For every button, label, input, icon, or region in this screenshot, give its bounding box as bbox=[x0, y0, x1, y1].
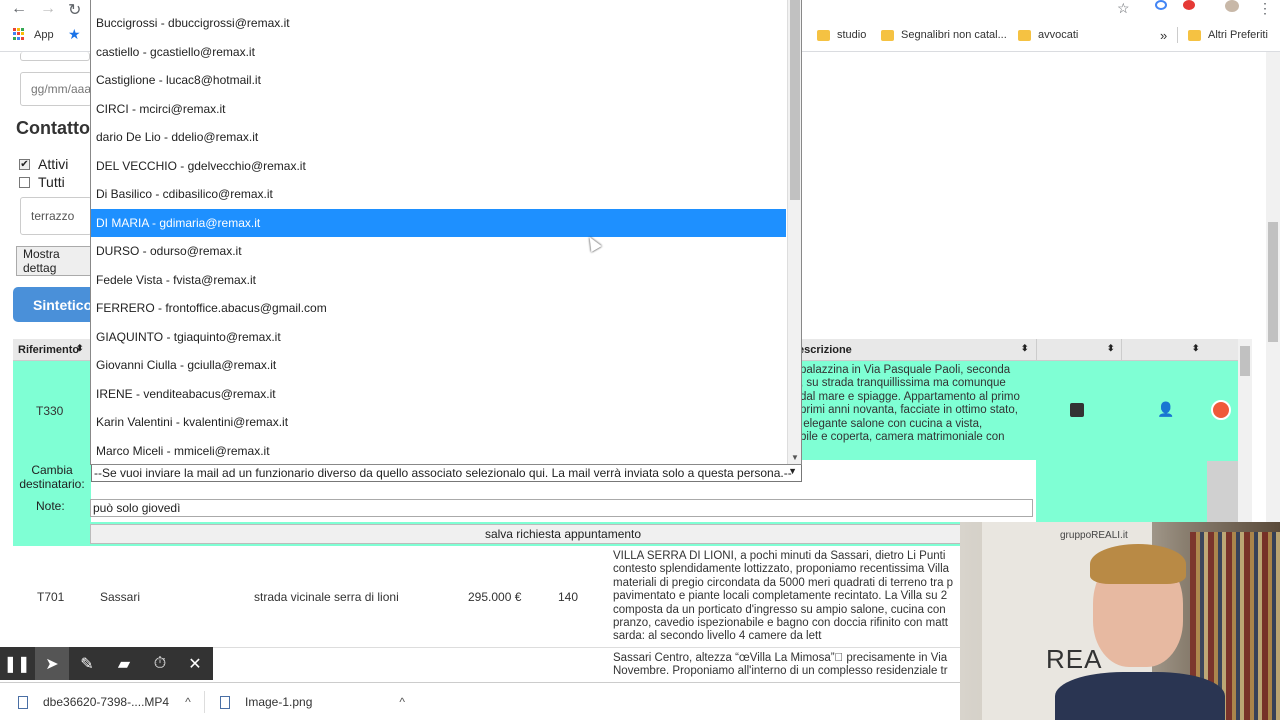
pause-icon[interactable]: ❚❚ bbox=[0, 647, 34, 680]
row-price: 295.000 € bbox=[468, 590, 522, 604]
sort-icon[interactable]: ⬍ bbox=[1192, 343, 1200, 354]
header-descrizione[interactable]: escrizione bbox=[798, 344, 852, 356]
dropdown-arrow-icon[interactable]: ▼ bbox=[788, 466, 797, 476]
change-recipient-label: Cambia destinatario: bbox=[19, 463, 85, 491]
header-riferimento[interactable]: Riferimento bbox=[18, 344, 79, 356]
other-bookmarks[interactable]: Altri Preferiti bbox=[1177, 27, 1268, 43]
apps-bookmark[interactable]: App bbox=[34, 27, 54, 43]
save-appointment-button[interactable]: salva richiesta appuntamento bbox=[90, 524, 1036, 544]
download-item-mp4[interactable]: dbe36620-7398-....MP4 ^ bbox=[18, 683, 191, 721]
folder-icon bbox=[1188, 29, 1201, 41]
recipient-select[interactable]: --Se vuoi inviare la mail ad un funziona… bbox=[91, 464, 802, 482]
dropdown-option[interactable]: dario De Lio - ddelio@remax.it bbox=[91, 123, 786, 151]
row-ref: T330 bbox=[36, 404, 64, 418]
person-hair bbox=[1090, 544, 1186, 584]
recipient-dropdown-list[interactable]: Buccigrossi - dbuccigrossi@remax.it casti… bbox=[90, 0, 802, 465]
apps-icon[interactable] bbox=[13, 28, 25, 40]
dropdown-option[interactable]: Karin Valentini - kvalentini@remax.it bbox=[91, 408, 786, 436]
dropdown-option[interactable]: castiello - gcastiello@remax.it bbox=[91, 38, 786, 66]
keyword-field[interactable]: terrazzo bbox=[20, 197, 92, 235]
record-extension-icon[interactable] bbox=[1183, 0, 1195, 10]
bookmark-star-icon[interactable]: ☆ bbox=[1117, 0, 1130, 17]
notes-label: Note: bbox=[36, 499, 65, 513]
dropdown-option[interactable]: DI MARIA - gdimaria@remax.it bbox=[91, 208, 786, 237]
row-description: Sassari Centro, altezza “œVilla La Mimos… bbox=[613, 652, 948, 678]
dropdown-option[interactable]: DEL VECCHIO - gdelvecchio@remax.it bbox=[91, 152, 786, 180]
row-ref: T701 bbox=[37, 590, 65, 604]
sort-icon[interactable]: ⬍ bbox=[1107, 343, 1115, 354]
filter-active[interactable]: ✔ Attivi bbox=[19, 156, 68, 172]
dropdown-option[interactable]: Marco Miceli - mmiceli@remax.it bbox=[91, 437, 786, 465]
extension-icon[interactable] bbox=[1155, 0, 1167, 10]
bookmark-studio[interactable]: studio bbox=[817, 27, 866, 43]
dropdown-option[interactable]: Di Basilico - cdibasilico@remax.it bbox=[91, 180, 786, 208]
row-description: palazzina in Via Pasquale Paoli, seconda… bbox=[800, 364, 1020, 444]
contacts-title: Contatto bbox=[16, 118, 90, 138]
row-size: 140 bbox=[558, 590, 579, 604]
scroll-down-icon[interactable]: ▼ bbox=[791, 453, 799, 462]
profile-avatar[interactable] bbox=[1225, 0, 1239, 12]
annotation-toolbar: ❚❚ ➤ ✎ ▰ ⏱ ✕ bbox=[0, 647, 213, 680]
menu-icon[interactable]: ⋮ bbox=[1258, 0, 1272, 17]
forward-icon[interactable]: → bbox=[40, 0, 56, 18]
contact-icon[interactable]: 👤 bbox=[1157, 401, 1174, 418]
dropdown-option[interactable]: Castiglione - lucac8@hotmail.it bbox=[91, 66, 786, 94]
bookmark-unsorted[interactable]: Segnalibri non catal... bbox=[881, 27, 1007, 43]
checkbox-icon[interactable] bbox=[19, 176, 30, 188]
pdf-icon[interactable] bbox=[1211, 400, 1231, 420]
scroll-thumb[interactable] bbox=[1268, 222, 1278, 342]
dropdown-option[interactable]: DURSO - odurso@remax.it bbox=[91, 237, 786, 265]
file-icon bbox=[18, 695, 28, 709]
notes-input[interactable]: può solo giovedì bbox=[90, 499, 1033, 517]
person-body bbox=[1055, 672, 1225, 720]
bookmark-avvocati[interactable]: avvocati bbox=[1018, 27, 1078, 43]
row-address: strada vicinale serra di lioni bbox=[254, 590, 399, 604]
dropdown-option[interactable]: Buccigrossi - dbuccigrossi@remax.it bbox=[91, 9, 786, 37]
pointer-icon[interactable]: ➤ bbox=[35, 647, 69, 680]
star-icon[interactable]: ★ bbox=[68, 26, 81, 43]
summary-button[interactable]: Sintetico bbox=[13, 287, 93, 322]
more-bookmarks-icon[interactable]: » bbox=[1160, 27, 1167, 43]
dropdown-scrollbar[interactable]: ▼ bbox=[787, 0, 801, 464]
chevron-up-icon[interactable]: ^ bbox=[185, 695, 191, 709]
row-city: Sassari bbox=[100, 590, 141, 604]
reload-icon[interactable]: ↻ bbox=[68, 0, 81, 20]
input-fragment[interactable] bbox=[20, 52, 90, 61]
download-item-png[interactable]: Image-1.png ^ bbox=[220, 683, 405, 721]
show-details-button[interactable]: Mostra dettag bbox=[16, 246, 92, 276]
scroll-thumb[interactable] bbox=[790, 0, 800, 200]
folder-icon bbox=[1018, 29, 1031, 41]
date-field[interactable]: gg/mm/aaa bbox=[20, 72, 92, 106]
timer-icon[interactable]: ⏱ bbox=[143, 647, 177, 680]
dropdown-option[interactable]: FERRERO - frontoffice.abacus@gmail.com bbox=[91, 294, 786, 322]
checkbox-checked-icon[interactable]: ✔ bbox=[19, 158, 30, 170]
dropdown-option[interactable]: CIRCI - mcirci@remax.it bbox=[91, 95, 786, 123]
back-icon[interactable]: ← bbox=[11, 0, 27, 18]
sort-icon[interactable]: ⬍ bbox=[1021, 343, 1029, 354]
close-icon[interactable]: ✕ bbox=[178, 647, 212, 680]
dropdown-option[interactable]: Fedele Vista - fvista@remax.it bbox=[91, 266, 786, 294]
pen-icon[interactable]: ✎ bbox=[70, 647, 104, 680]
file-icon bbox=[220, 695, 230, 709]
scroll-thumb[interactable] bbox=[1240, 346, 1250, 376]
chevron-up-icon[interactable]: ^ bbox=[399, 695, 405, 709]
row-description: VILLA SERRA DI LIONI, a pochi minuti da … bbox=[613, 550, 954, 643]
webcam-overlay: gruppoREALI.it REA bbox=[960, 522, 1280, 720]
banner-logo-text: REA bbox=[1046, 644, 1103, 674]
banner-text: gruppoREALI.it bbox=[1060, 530, 1128, 541]
folder-icon bbox=[817, 29, 830, 41]
edit-note-icon[interactable] bbox=[1070, 403, 1084, 417]
table-scrollbar[interactable] bbox=[1238, 339, 1252, 539]
sort-icon[interactable]: ⬍ bbox=[76, 343, 84, 354]
highlighter-icon[interactable]: ▰ bbox=[107, 647, 141, 680]
dropdown-option[interactable]: GIAQUINTO - tgiaquinto@remax.it bbox=[91, 323, 786, 351]
dropdown-option[interactable]: Giovanni Ciulla - gciulla@remax.it bbox=[91, 351, 786, 379]
filter-all[interactable]: Tutti bbox=[19, 174, 65, 190]
dropdown-option[interactable]: IRENE - venditeabacus@remax.it bbox=[91, 380, 786, 408]
folder-icon bbox=[881, 29, 894, 41]
